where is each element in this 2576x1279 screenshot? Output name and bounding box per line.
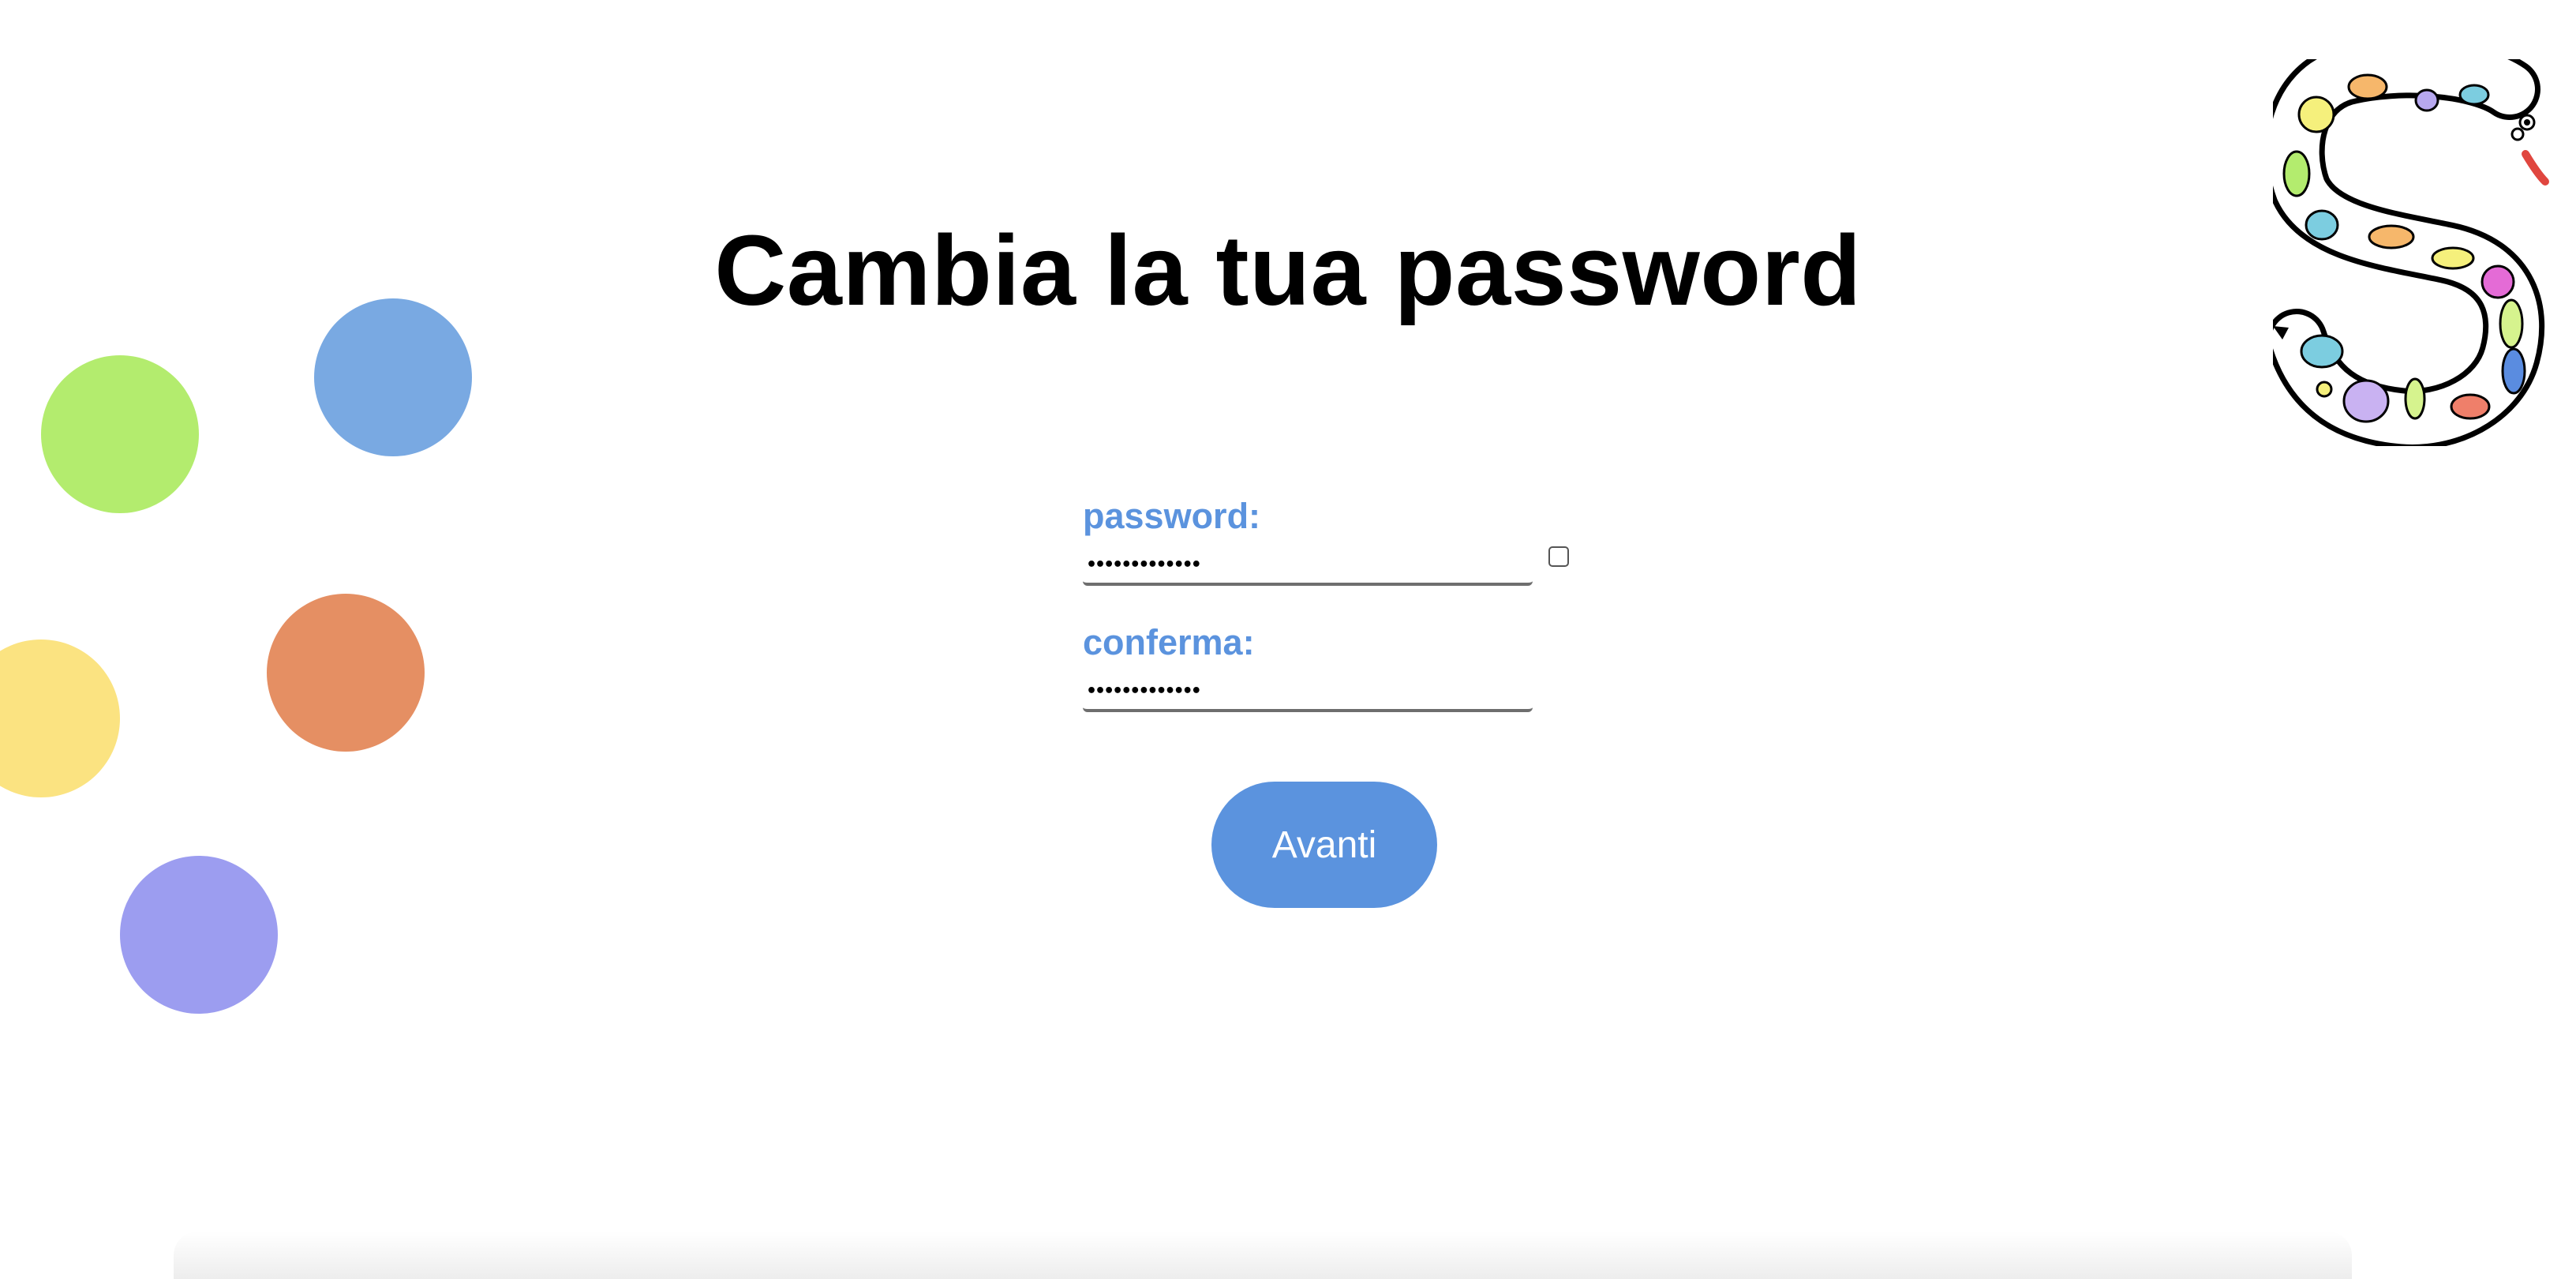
decorative-dot-purple bbox=[120, 856, 278, 1014]
password-field-group: password: bbox=[1083, 491, 1572, 594]
confirm-password-label: conferma: bbox=[1083, 622, 1255, 662]
decorative-dot-orange bbox=[267, 594, 425, 752]
decorative-dot-green bbox=[41, 355, 199, 513]
confirm-password-input[interactable] bbox=[1083, 668, 1533, 712]
show-password-checkbox[interactable] bbox=[1548, 546, 1569, 567]
password-input[interactable] bbox=[1083, 542, 1533, 586]
decorative-dot-yellow bbox=[0, 640, 120, 797]
bottom-shadow-divider bbox=[174, 1232, 2352, 1279]
next-button[interactable]: Avanti bbox=[1211, 782, 1437, 908]
change-password-form: password: conferma: bbox=[1083, 491, 1572, 744]
confirm-field-group: conferma: bbox=[1083, 617, 1572, 720]
page-title: Cambia la tua password bbox=[714, 215, 1862, 326]
password-label: password: bbox=[1083, 496, 1261, 536]
